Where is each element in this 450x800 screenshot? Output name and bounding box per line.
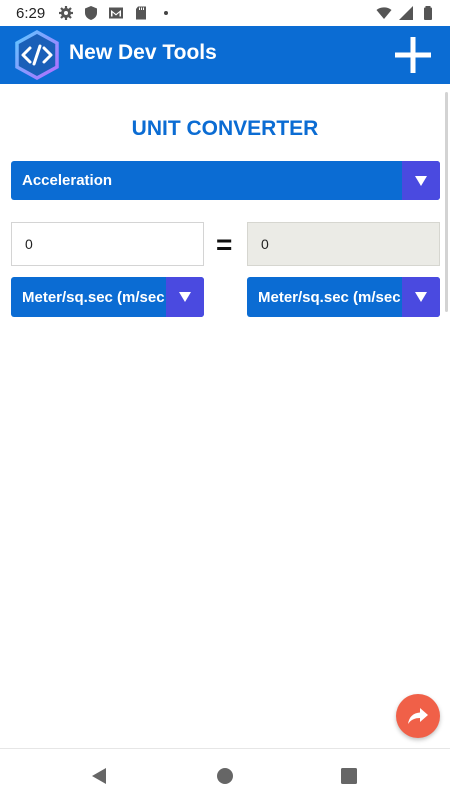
share-icon (408, 708, 428, 724)
to-unit-select[interactable]: Meter/sq.sec (m/sec (247, 277, 440, 317)
chevron-down-icon[interactable] (166, 277, 204, 317)
wifi-icon (376, 7, 392, 19)
to-value-output: 0 (247, 222, 440, 266)
dropdown-arrow-glyph (179, 292, 191, 302)
plus-icon[interactable] (392, 34, 434, 76)
from-value-input[interactable]: 0 (11, 222, 204, 266)
status-notification-icons (58, 5, 174, 21)
status-time: 6:29 (16, 5, 46, 22)
system-nav-bar (0, 748, 450, 800)
code-hexagon-logo (15, 30, 59, 80)
app-bar: New Dev Tools (0, 26, 450, 84)
share-button[interactable] (396, 694, 440, 738)
category-select-label: Acceleration (22, 172, 113, 189)
dropdown-arrow-glyph (415, 175, 427, 186)
sd-card-icon (136, 6, 146, 20)
equals-sign: = (216, 229, 233, 260)
back-icon[interactable] (88, 765, 110, 787)
dot-icon (164, 11, 168, 15)
chevron-down-icon[interactable] (402, 161, 440, 200)
home-icon[interactable] (214, 765, 236, 787)
recents-icon[interactable] (338, 765, 360, 787)
shield-icon (85, 6, 97, 20)
gmail-icon (109, 7, 123, 19)
category-select[interactable]: Acceleration (11, 161, 440, 200)
to-unit-label: Meter/sq.sec (m/sec (258, 289, 401, 306)
dropdown-arrow-glyph (415, 292, 427, 302)
from-unit-label: Meter/sq.sec (m/sec (22, 289, 165, 306)
settings-icon (59, 6, 73, 20)
from-unit-select[interactable]: Meter/sq.sec (m/sec (11, 277, 204, 317)
battery-icon (424, 6, 432, 20)
app-title: New Dev Tools (69, 41, 217, 64)
page-title: UNIT CONVERTER (131, 117, 319, 140)
status-bar: 6:29 (0, 0, 450, 26)
cellular-icon (399, 6, 413, 20)
chevron-down-icon[interactable] (402, 277, 440, 317)
status-system-icons (376, 5, 436, 21)
